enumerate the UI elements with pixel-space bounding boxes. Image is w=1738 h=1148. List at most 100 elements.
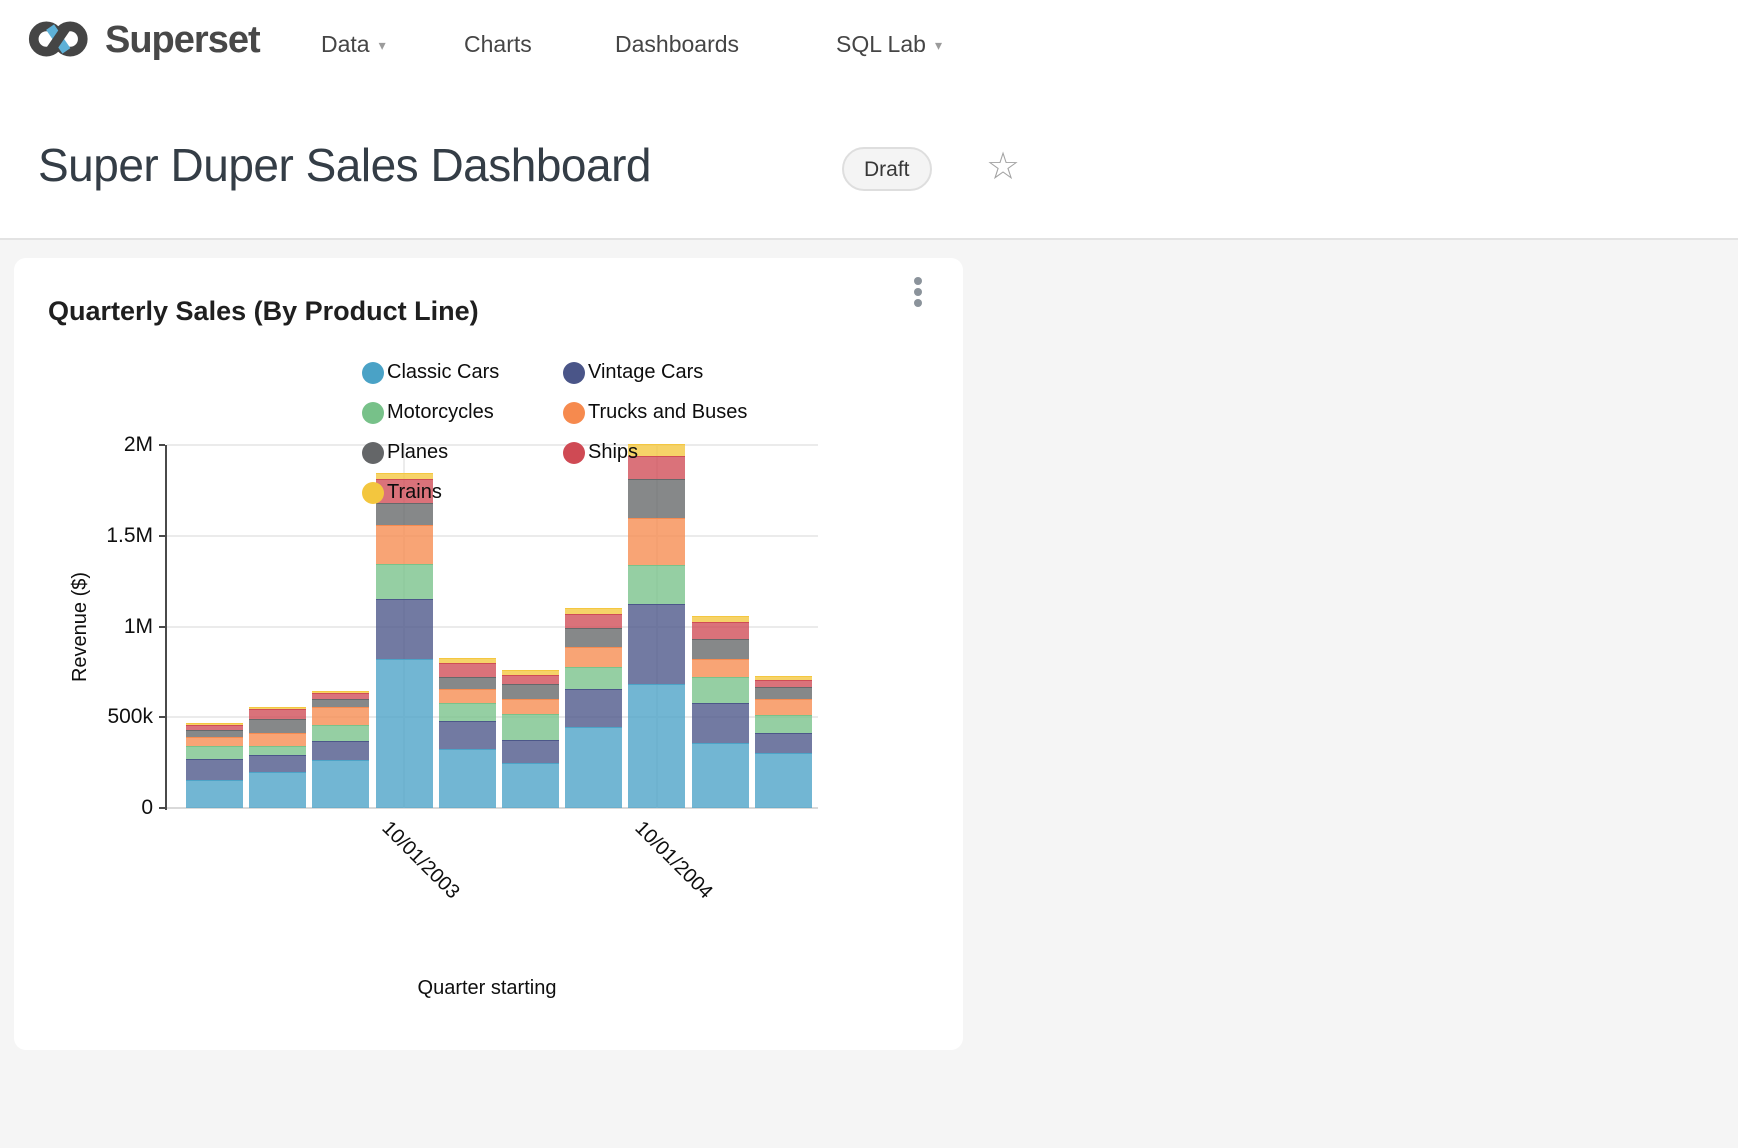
bar-segment[interactable]	[755, 733, 812, 753]
bar-segment[interactable]	[312, 760, 369, 808]
bar-segment[interactable]	[376, 659, 433, 808]
legend-dot-icon	[362, 442, 384, 464]
legend-label: Trains	[387, 481, 442, 504]
bar-segment[interactable]	[502, 684, 559, 699]
bar-segment[interactable]	[249, 707, 306, 709]
bar-segment[interactable]	[692, 743, 749, 808]
bar-segment[interactable]	[249, 733, 306, 746]
bar-segment[interactable]	[376, 564, 433, 599]
bar-segment[interactable]	[502, 675, 559, 684]
bar-segment[interactable]	[376, 525, 433, 565]
nav-item-sql-lab[interactable]: SQL Lab▾	[836, 31, 942, 58]
bar-segment[interactable]	[755, 699, 812, 715]
chart-options-menu-icon[interactable]	[908, 273, 928, 313]
bar-segment[interactable]	[312, 741, 369, 760]
bar-segment[interactable]	[755, 680, 812, 687]
bar-segment[interactable]	[628, 479, 685, 518]
legend-dot-icon	[362, 402, 384, 424]
bar-segment[interactable]	[376, 599, 433, 659]
bar-segment[interactable]	[565, 614, 622, 628]
y-tick-mark	[159, 807, 165, 809]
bar-segment[interactable]	[502, 699, 559, 714]
favorite-star-icon[interactable]: ☆	[986, 144, 1020, 189]
bar-segment[interactable]	[249, 746, 306, 755]
bar-segment[interactable]	[249, 755, 306, 772]
bar-segment[interactable]	[439, 689, 496, 703]
gridline	[167, 444, 818, 446]
y-tick-mark	[159, 535, 165, 537]
bar-segment[interactable]	[692, 616, 749, 622]
bar-segment[interactable]	[692, 677, 749, 703]
y-tick-label: 1.5M	[67, 524, 153, 548]
bar-segment[interactable]	[439, 721, 496, 749]
bar-segment[interactable]	[186, 730, 243, 737]
bar-segment[interactable]	[628, 684, 685, 808]
bar-segment[interactable]	[186, 725, 243, 730]
bar-segment[interactable]	[439, 658, 496, 663]
bar-segment[interactable]	[502, 763, 559, 808]
status-badge: Draft	[842, 147, 932, 191]
bar-segment[interactable]	[565, 689, 622, 727]
x-tick-label: 10/01/2004	[630, 817, 717, 904]
bar-segment[interactable]	[565, 608, 622, 614]
bar-segment[interactable]	[186, 759, 243, 780]
bar-segment[interactable]	[692, 703, 749, 743]
bar-segment[interactable]	[439, 749, 496, 808]
bar-segment[interactable]	[628, 565, 685, 604]
bar-segment[interactable]	[312, 725, 369, 741]
bar-segment[interactable]	[312, 693, 369, 699]
x-tick-label: 10/01/2003	[377, 817, 464, 904]
y-tick-mark	[159, 626, 165, 628]
y-tick-label: 2M	[67, 433, 153, 457]
bar-segment[interactable]	[692, 622, 749, 639]
bar-segment[interactable]	[755, 715, 812, 733]
bar-segment[interactable]	[565, 727, 622, 808]
legend-label: Classic Cars	[387, 361, 499, 384]
bar-segment[interactable]	[692, 639, 749, 659]
bar-segment[interactable]	[186, 723, 243, 725]
bar-segment[interactable]	[186, 746, 243, 759]
bar-segment[interactable]	[186, 737, 243, 746]
bar-segment[interactable]	[376, 473, 433, 479]
stacked-bar-plot: Revenue ($) Quarter starting 0500k1M1.5M…	[167, 445, 818, 808]
bar-segment[interactable]	[249, 772, 306, 808]
bar-segment[interactable]	[628, 604, 685, 684]
y-tick-label: 1M	[67, 615, 153, 639]
bar-segment[interactable]	[502, 740, 559, 763]
superset-logo-icon[interactable]	[20, 13, 98, 65]
chevron-down-icon: ▾	[935, 37, 942, 53]
bar-segment[interactable]	[565, 647, 622, 667]
bar-segment[interactable]	[312, 691, 369, 693]
bar-segment[interactable]	[376, 503, 433, 525]
y-tick-label: 0	[67, 796, 153, 820]
gridline	[167, 535, 818, 537]
bar-segment[interactable]	[249, 719, 306, 733]
bar-segment[interactable]	[439, 677, 496, 689]
legend-dot-icon	[362, 482, 384, 504]
bar-segment[interactable]	[502, 714, 559, 740]
bar-segment[interactable]	[565, 628, 622, 647]
legend-label: Trucks and Buses	[588, 401, 747, 424]
bar-segment[interactable]	[755, 687, 812, 699]
bar-segment[interactable]	[755, 676, 812, 680]
top-header: Superset Data▾ Charts Dashboards SQL Lab…	[0, 0, 1738, 240]
bar-segment[interactable]	[755, 753, 812, 808]
bar-segment[interactable]	[565, 667, 622, 689]
legend-dot-icon	[563, 402, 585, 424]
bar-segment[interactable]	[439, 663, 496, 677]
bar-segment[interactable]	[186, 780, 243, 808]
legend-label: Ships	[588, 441, 638, 464]
x-axis-title: Quarter starting	[337, 977, 637, 1000]
bar-segment[interactable]	[249, 709, 306, 719]
bar-segment[interactable]	[439, 703, 496, 721]
nav-item-charts[interactable]: Charts	[464, 31, 532, 58]
nav-item-data[interactable]: Data▾	[321, 31, 386, 58]
bar-segment[interactable]	[312, 707, 369, 725]
legend-dot-icon	[563, 362, 585, 384]
bar-segment[interactable]	[502, 670, 559, 675]
bar-segment[interactable]	[312, 699, 369, 707]
bar-segment[interactable]	[628, 518, 685, 565]
brand-name[interactable]: Superset	[105, 19, 260, 62]
bar-segment[interactable]	[692, 659, 749, 677]
nav-item-dashboards[interactable]: Dashboards	[615, 31, 739, 58]
